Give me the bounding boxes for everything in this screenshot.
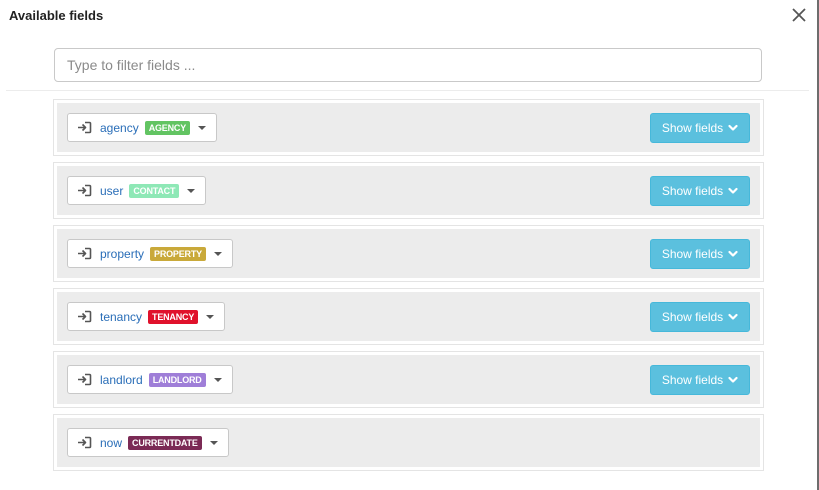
- entity-name: agency: [100, 120, 139, 135]
- entity-name: landlord: [100, 372, 143, 387]
- dialog-title: Available fields: [9, 8, 104, 23]
- chevron-down-icon: [728, 313, 738, 321]
- entity-name: property: [100, 246, 145, 261]
- login-icon: [77, 247, 92, 260]
- caret-down-icon: [213, 377, 222, 382]
- login-icon: [77, 310, 92, 323]
- show-fields-label: Show fields: [661, 373, 724, 387]
- divider: [6, 90, 809, 91]
- chevron-down-icon: [728, 187, 738, 195]
- entity-type-badge: LANDLORD: [148, 372, 206, 387]
- entity-dropdown-tenancy[interactable]: tenancy TENANCY: [67, 302, 226, 331]
- login-icon: [77, 373, 92, 386]
- entity-type-badge: TENANCY: [148, 309, 199, 324]
- list-item: landlord LANDLORD Show fields: [53, 351, 764, 408]
- show-fields-label: Show fields: [661, 121, 724, 135]
- entity-name: tenancy: [100, 309, 143, 324]
- list-item: agency AGENCY Show fields: [53, 99, 764, 156]
- show-fields-button[interactable]: Show fields: [650, 113, 750, 143]
- list-item: property PROPERTY Show fields: [53, 225, 764, 282]
- entity-type-badge: PROPERTY: [150, 246, 206, 261]
- chevron-down-icon: [728, 376, 738, 384]
- entity-dropdown-property[interactable]: property PROPERTY: [67, 239, 233, 268]
- show-fields-button[interactable]: Show fields: [650, 176, 750, 206]
- list-item: user CONTACT Show fields: [53, 162, 764, 219]
- show-fields-button[interactable]: Show fields: [650, 239, 750, 269]
- chevron-down-icon: [728, 124, 738, 132]
- show-fields-label: Show fields: [661, 310, 724, 324]
- list-item: tenancy TENANCY Show fields: [53, 288, 764, 345]
- caret-down-icon: [206, 314, 215, 319]
- entity-dropdown-landlord[interactable]: landlord LANDLORD: [67, 365, 233, 394]
- entity-dropdown-agency[interactable]: agency AGENCY: [67, 113, 218, 142]
- chevron-down-icon: [728, 250, 738, 258]
- entity-name: user: [100, 183, 124, 198]
- show-fields-button[interactable]: Show fields: [650, 365, 750, 395]
- show-fields-button[interactable]: Show fields: [650, 302, 750, 332]
- login-icon: [77, 436, 92, 449]
- available-fields-dialog: Available fields agency AGENCY Show fiel…: [0, 0, 819, 490]
- entity-dropdown-user[interactable]: user CONTACT: [67, 176, 207, 205]
- filter-field-wrapper: [54, 48, 762, 82]
- caret-down-icon: [187, 188, 196, 193]
- caret-down-icon: [198, 125, 207, 130]
- entity-type-badge: AGENCY: [144, 120, 191, 135]
- show-fields-label: Show fields: [661, 247, 724, 261]
- filter-input[interactable]: [54, 48, 762, 82]
- entity-type-badge: CONTACT: [129, 183, 180, 198]
- login-icon: [77, 121, 92, 134]
- show-fields-label: Show fields: [661, 184, 724, 198]
- list-item: now CURRENTDATE: [53, 414, 764, 471]
- entity-name: now: [100, 435, 123, 450]
- close-icon[interactable]: [790, 6, 808, 24]
- entity-dropdown-now[interactable]: now CURRENTDATE: [67, 428, 229, 457]
- entity-type-badge: CURRENTDATE: [128, 435, 202, 450]
- caret-down-icon: [213, 251, 222, 256]
- login-icon: [77, 184, 92, 197]
- caret-down-icon: [209, 440, 218, 445]
- fields-list: agency AGENCY Show fields user CONTACT S…: [53, 99, 764, 477]
